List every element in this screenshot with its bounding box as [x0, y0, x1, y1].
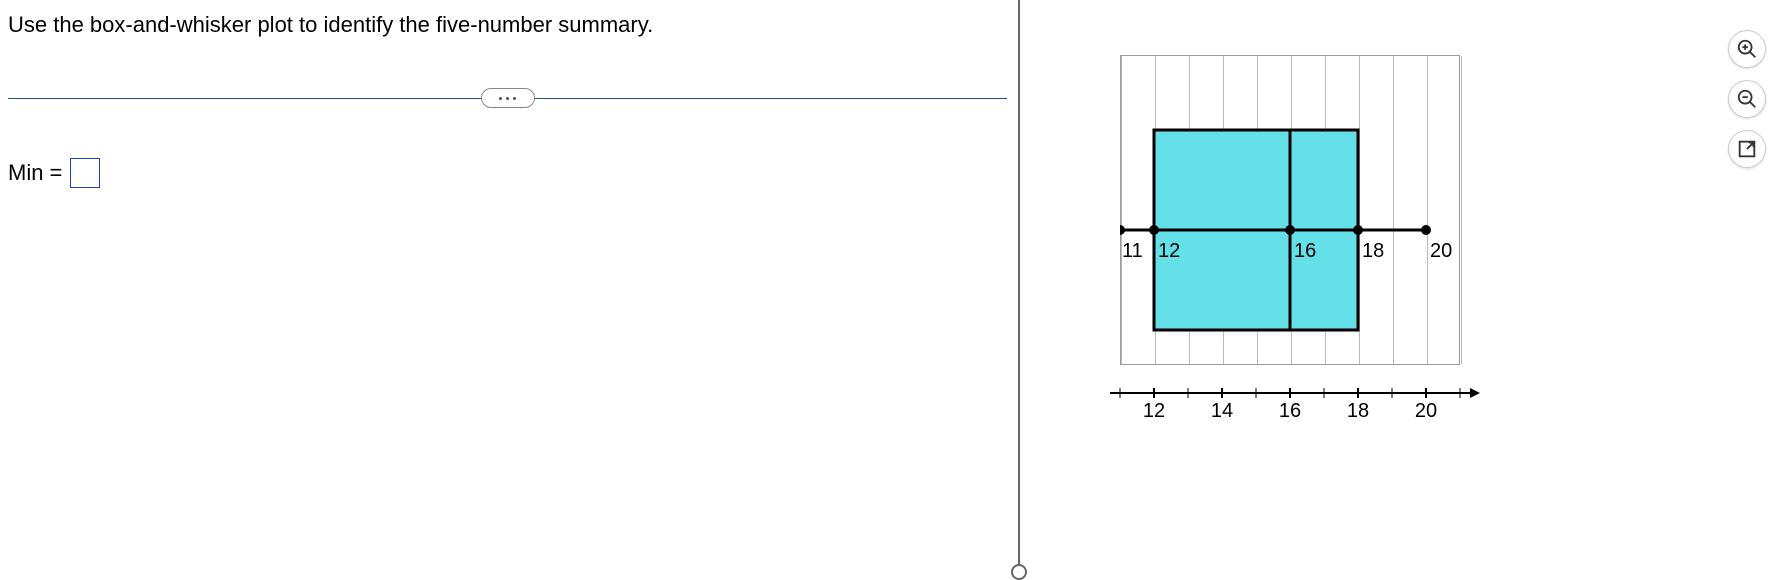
boxplot-chart: 11 12 16 18 20 12 14 16 18 20	[1120, 55, 1460, 435]
popout-icon	[1736, 138, 1758, 160]
zoom-in-button[interactable]	[1728, 30, 1766, 68]
zoom-in-icon	[1736, 38, 1758, 60]
zoom-out-button[interactable]	[1728, 80, 1766, 118]
point-label-q1: 12	[1158, 240, 1180, 263]
axis-tick-label: 16	[1279, 400, 1301, 423]
boxplot-svg	[1120, 55, 1460, 365]
point-label-min: 11	[1122, 240, 1143, 263]
splitter-handle[interactable]	[1011, 564, 1027, 580]
point-label-max: 20	[1430, 240, 1452, 263]
axis-tick-label: 12	[1143, 400, 1165, 423]
axis-tick-label: 20	[1415, 400, 1437, 423]
min-input[interactable]	[70, 158, 100, 188]
section-divider	[8, 88, 1007, 108]
gridline	[1461, 56, 1462, 364]
panel-splitter[interactable]	[1018, 0, 1020, 572]
zoom-out-icon	[1736, 88, 1758, 110]
figure-panel: 11 12 16 18 20 12 14 16 18 20	[1070, 20, 1770, 540]
popout-button[interactable]	[1728, 130, 1766, 168]
tool-column	[1728, 30, 1770, 168]
point-label-median: 16	[1294, 240, 1316, 263]
axis-tick-label: 18	[1347, 400, 1369, 423]
more-options-button[interactable]	[481, 88, 535, 108]
question-panel: Use the box-and-whisker plot to identify…	[0, 0, 1015, 572]
answer-row: Min =	[8, 158, 1007, 188]
axis-tick-label: 14	[1211, 400, 1233, 423]
point-label-q3: 18	[1362, 240, 1384, 263]
question-prompt: Use the box-and-whisker plot to identify…	[8, 12, 1007, 38]
answer-label: Min =	[8, 160, 62, 186]
